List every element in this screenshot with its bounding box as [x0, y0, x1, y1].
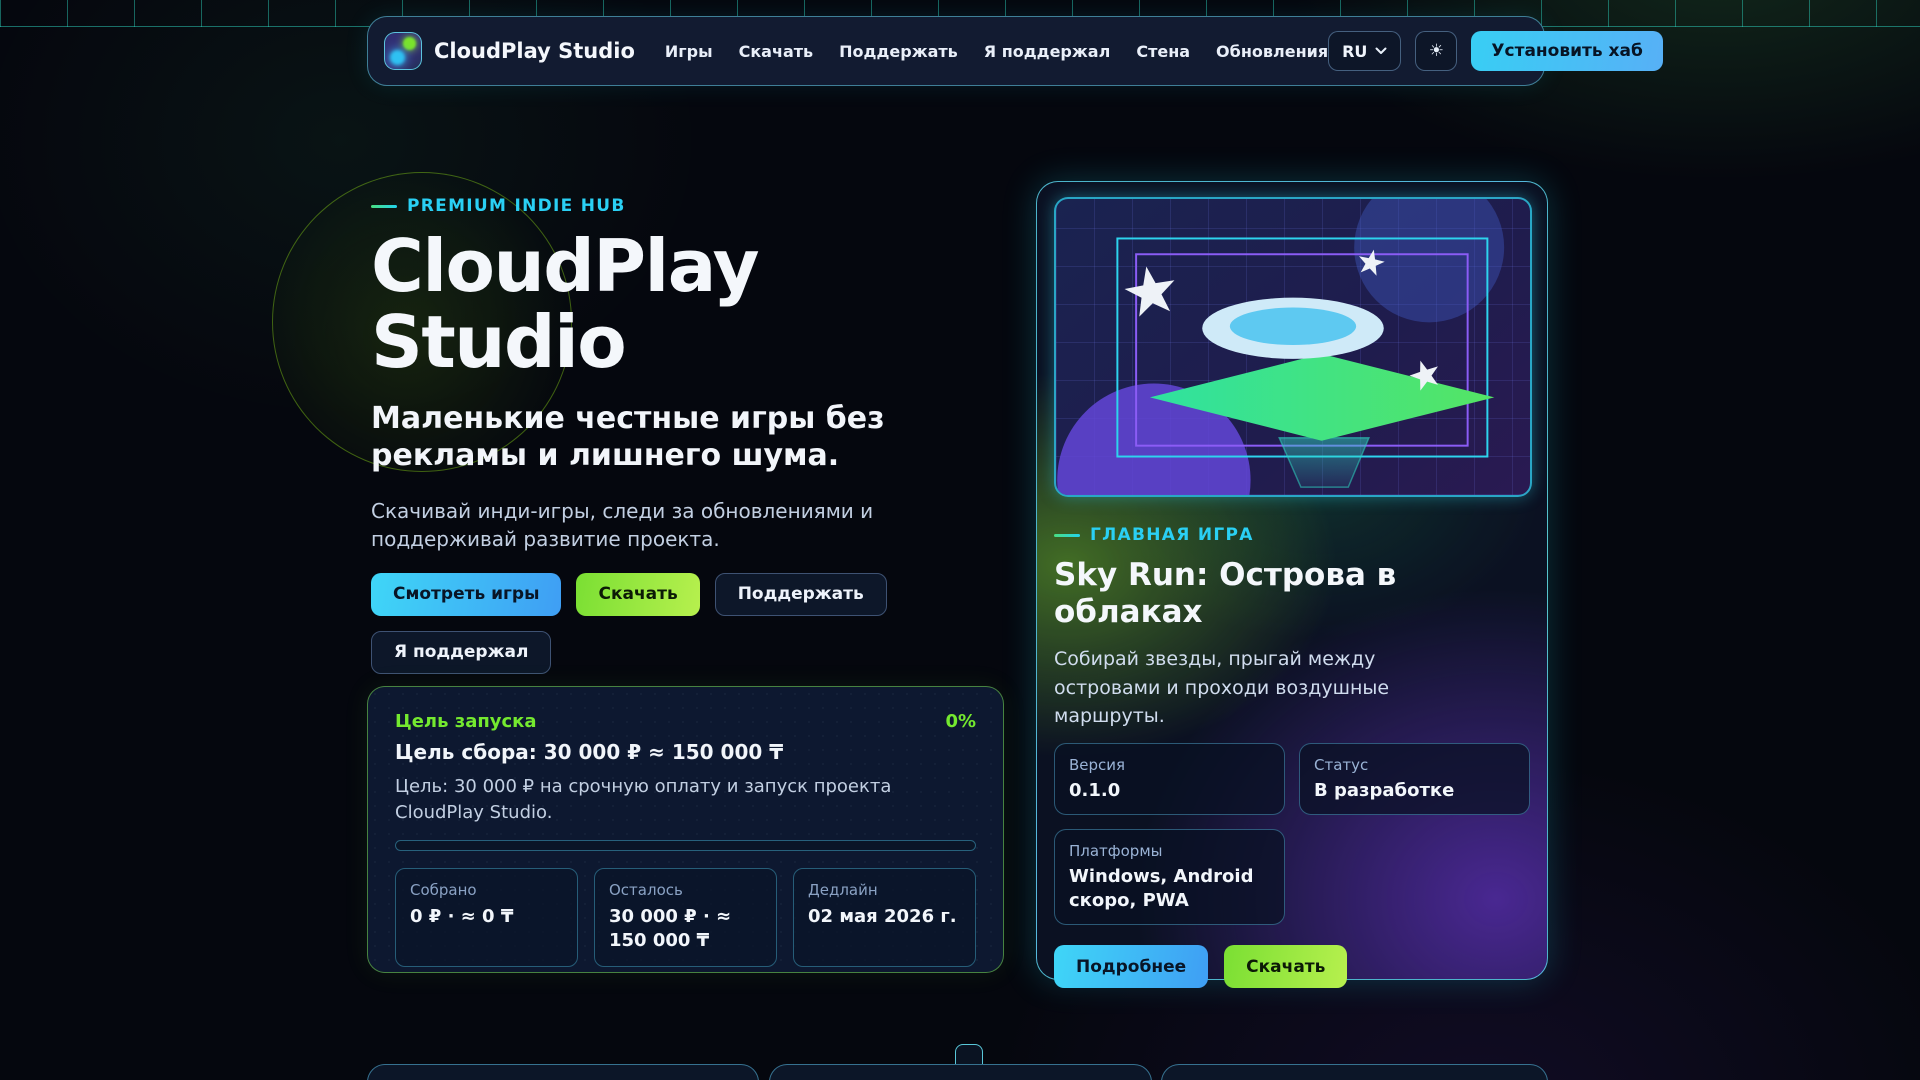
stat-label: Собрано — [410, 881, 477, 900]
stat-box-raised: Собрано 0 ₽ · ≈ 0 ₸ — [395, 868, 578, 967]
sun-icon: ☀ — [1428, 41, 1445, 61]
info-box-status: Статус В разработке — [1299, 742, 1530, 816]
support-button[interactable]: Поддержать — [714, 572, 887, 616]
launch-goal-card: Цель запуска 0% Цель сбора: 30 000 ₽ ≈ 1… — [367, 686, 1004, 973]
progress-bar — [395, 840, 976, 852]
nav-item-support[interactable]: Поддержать — [839, 42, 958, 61]
page: CloudPlay Studio Игры Скачать Поддержать… — [0, 0, 1920, 1080]
stat-label: Осталось — [609, 881, 683, 900]
featured-info-grid: Версия 0.1.0 Статус В разработке Платфор… — [1054, 742, 1530, 926]
hero-subtitle: Маленькие честные игры без рекламы и лиш… — [371, 401, 885, 474]
stat-value: 02 мая 2026 г. — [808, 906, 957, 928]
art-cloud-inner — [1229, 307, 1357, 346]
game-art-shapes — [1057, 199, 1505, 495]
featured-game-card: ГЛАВНАЯ ИГРА Sky Run: Острова в облаках … — [1036, 181, 1548, 989]
header-actions: RU ☀ Установить хаб — [1328, 31, 1663, 71]
featured-badge: ГЛАВНАЯ ИГРА — [1054, 525, 1530, 545]
nav-item-updates[interactable]: Обновления — [1216, 42, 1328, 61]
install-hub-button[interactable]: Установить хаб — [1471, 31, 1663, 71]
nav-item-supported[interactable]: Я поддержал — [984, 42, 1111, 61]
section-card-stub-1 — [367, 1064, 759, 1080]
stat-value: 30 000 ₽ · ≈ 150 000 ₸ — [609, 906, 732, 952]
stat-box-remaining: Осталось 30 000 ₽ · ≈ 150 000 ₸ — [594, 868, 777, 967]
nav-item-wall[interactable]: Стена — [1136, 42, 1190, 61]
info-box-platforms: Платформы Windows, Android скоро, PWA — [1054, 829, 1285, 926]
star-icon — [1124, 266, 1175, 317]
game-art — [1054, 197, 1532, 497]
goal-stats: Собрано 0 ₽ · ≈ 0 ₸ Осталось 30 000 ₽ · … — [395, 868, 976, 967]
featured-badge-label: ГЛАВНАЯ ИГРА — [1090, 525, 1254, 545]
download-button[interactable]: Скачать — [576, 572, 700, 616]
info-label: Платформы — [1069, 842, 1163, 861]
goal-target-line: Цель сбора: 30 000 ₽ ≈ 150 000 ₸ — [395, 740, 784, 764]
badge-dash — [371, 204, 397, 208]
nav-item-games[interactable]: Игры — [665, 42, 713, 61]
art-beam — [1278, 437, 1371, 488]
featured-game-title: Sky Run: Острова в облаках — [1054, 557, 1397, 631]
theme-toggle-button[interactable]: ☀ — [1415, 31, 1458, 71]
language-select[interactable]: RU — [1328, 31, 1402, 71]
goal-label: Цель запуска — [395, 711, 537, 732]
hero-badge: PREMIUM INDIE HUB — [371, 196, 1041, 216]
goal-percent-badge: 0% — [945, 711, 976, 732]
page-title-line1: CloudPlay — [371, 224, 760, 308]
page-title: CloudPlay Studio — [371, 228, 1041, 380]
details-button[interactable]: Подробнее — [1054, 945, 1209, 989]
info-value: 0.1.0 — [1069, 779, 1121, 801]
nav-item-download[interactable]: Скачать — [739, 42, 814, 61]
info-value: В разработке — [1314, 779, 1455, 801]
info-label: Статус — [1314, 755, 1369, 774]
info-label: Версия — [1069, 755, 1126, 774]
hero-buttons: Смотреть игры Скачать Поддержать Я подде… — [371, 572, 901, 674]
browse-games-button[interactable]: Смотреть игры — [371, 572, 562, 616]
section-card-stub-3 — [1161, 1064, 1548, 1080]
logo-icon — [384, 32, 422, 70]
chevron-down-icon — [1375, 47, 1387, 54]
logo-dot-blue — [390, 50, 405, 65]
supported-button[interactable]: Я поддержал — [371, 630, 552, 674]
featured-buttons: Подробнее Скачать — [1054, 945, 1530, 989]
section-card-stub-2 — [769, 1064, 1152, 1080]
stat-box-deadline: Дедлайн 02 мая 2026 г. — [793, 868, 976, 967]
header: CloudPlay Studio Игры Скачать Поддержать… — [367, 16, 1663, 86]
page-title-line2: Studio — [371, 299, 627, 384]
stat-value: 0 ₽ · ≈ 0 ₸ — [410, 906, 514, 928]
stat-label: Дедлайн — [808, 881, 878, 900]
goal-header: Цель запуска 0% — [395, 711, 976, 732]
language-value: RU — [1342, 41, 1368, 61]
goal-description: Цель: 30 000 ₽ на срочную оплату и запус… — [395, 776, 892, 823]
featured-download-button[interactable]: Скачать — [1224, 945, 1348, 989]
hero-section: PREMIUM INDIE HUB CloudPlay Studio Малень… — [371, 196, 1041, 674]
info-value: Windows, Android скоро, PWA — [1069, 866, 1254, 911]
hero-description: Скачивай инди-игры, следи за обновлениям… — [371, 498, 874, 551]
info-box-version: Версия 0.1.0 — [1054, 742, 1285, 816]
featured-game-description: Собирай звезды, прыгай между островами и… — [1054, 648, 1390, 728]
badge-dash — [1054, 533, 1080, 537]
hero-badge-label: PREMIUM INDIE HUB — [407, 196, 626, 216]
main-nav: Игры Скачать Поддержать Я поддержал Стен… — [665, 42, 1328, 61]
logo-dot-green — [403, 37, 416, 50]
brand-title: CloudPlay Studio — [434, 39, 635, 63]
